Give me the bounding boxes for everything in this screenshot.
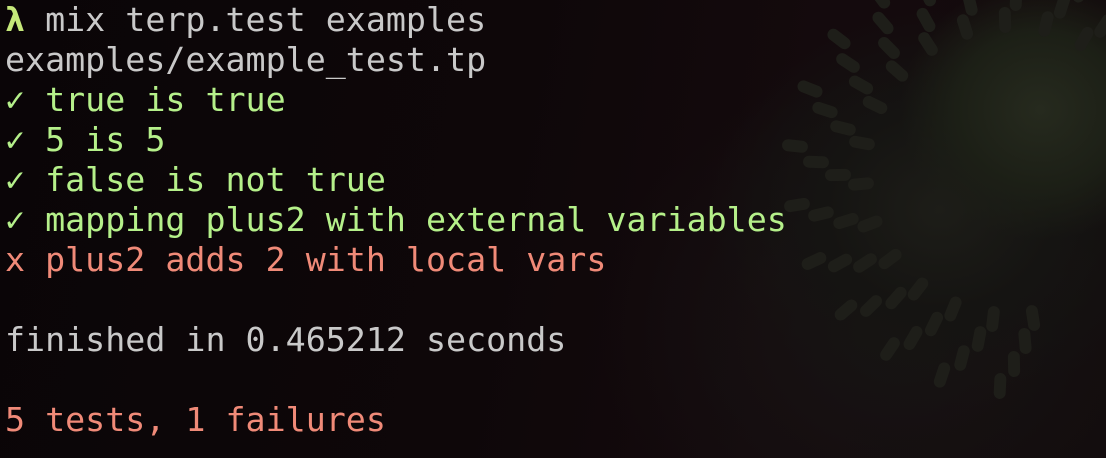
test-result-row: ✓ 5 is 5	[5, 120, 787, 160]
command-line: λ mix terp.test examples	[5, 0, 787, 40]
decorative-petal	[834, 50, 863, 75]
decorative-petal	[985, 305, 1001, 333]
decorative-petal	[783, 196, 811, 213]
test-result-row-failed: x plus2 adds 2 with local vars	[5, 240, 787, 280]
decorative-petal	[1036, 10, 1055, 39]
check-icon: ✓	[5, 120, 26, 159]
test-file-path: examples/example_test.tp	[5, 40, 487, 79]
decorative-petal	[855, 213, 885, 235]
decorative-petal	[824, 25, 853, 52]
summary-text: 5 tests, 1 failures	[5, 400, 386, 439]
decorative-petal	[831, 297, 860, 324]
decorative-petal	[970, 325, 987, 353]
decorative-petal	[829, 119, 858, 138]
timing-text: finished in 0.465212 seconds	[5, 320, 567, 359]
test-name: true is true	[25, 80, 286, 119]
decorative-petal	[807, 205, 836, 224]
decorative-petal	[795, 79, 824, 100]
decorative-petal	[905, 274, 931, 303]
test-name: false is not true	[25, 160, 386, 199]
command-text: mix terp.test examples	[25, 0, 487, 39]
decorative-petal	[1072, 25, 1096, 54]
decorative-petal	[923, 310, 946, 339]
decorative-petal	[1007, 350, 1021, 378]
decorative-petal	[847, 176, 875, 192]
decorative-petal	[875, 34, 903, 62]
decorative-petal	[1092, 12, 1106, 41]
decorative-petal	[1052, 0, 1072, 21]
decorative-petal	[998, 6, 1012, 34]
decorative-petal	[914, 5, 938, 34]
decorative-petal	[825, 251, 855, 275]
decorative-petal	[875, 246, 904, 272]
test-result-row: ✓ false is not true	[5, 160, 787, 200]
test-name: plus2 adds 2 with local vars	[25, 240, 607, 279]
decorative-petal	[952, 343, 971, 372]
test-result-row: ✓ mapping plus2 with external variables	[5, 200, 787, 240]
decorative-petal	[848, 135, 877, 152]
decorative-petal	[955, 12, 975, 42]
decorative-petal	[870, 9, 897, 37]
decorative-petal	[857, 292, 885, 320]
decorative-petal	[799, 250, 829, 272]
decorative-petal	[824, 168, 852, 181]
decorative-petal	[851, 250, 880, 275]
decorative-petal	[846, 73, 875, 97]
decorative-petal	[1018, 327, 1033, 355]
decorative-petal	[877, 335, 902, 364]
decorative-petal	[942, 294, 964, 324]
cross-icon: x	[5, 240, 26, 279]
decorative-petal	[916, 30, 941, 59]
decorative-petal	[1071, 0, 1092, 4]
terminal-output: λ mix terp.test examples examples/exampl…	[5, 0, 787, 440]
decorative-petal	[883, 57, 912, 84]
decorative-petal	[882, 284, 909, 313]
prompt-lambda-icon: λ	[5, 0, 26, 39]
decorative-petal	[811, 100, 840, 120]
check-icon: ✓	[5, 80, 26, 119]
decorative-petal	[1009, 0, 1023, 12]
test-name: 5 is 5	[25, 120, 166, 159]
decorative-petal	[901, 323, 925, 353]
decorative-petal	[802, 155, 830, 169]
decorative-petal	[993, 372, 1007, 400]
decorative-petal	[932, 360, 952, 390]
test-result-row: ✓ true is true	[5, 80, 787, 120]
decorative-petal	[867, 0, 893, 12]
check-icon: ✓	[5, 200, 26, 239]
test-name: mapping plus2 with external variables	[25, 200, 787, 239]
decorative-petal	[860, 93, 890, 116]
decorative-petal	[1025, 304, 1042, 332]
decorative-petal	[831, 211, 860, 231]
check-icon: ✓	[5, 160, 26, 199]
